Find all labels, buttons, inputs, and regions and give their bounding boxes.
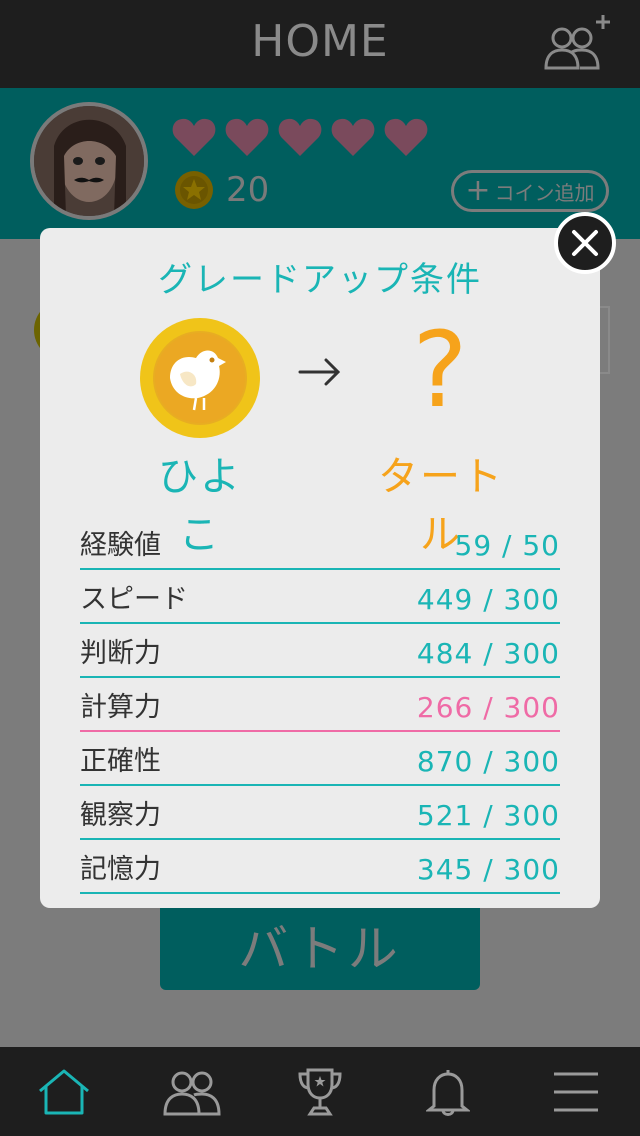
- stat-row: 経験値 59 / 50: [80, 516, 560, 570]
- add-friend-icon[interactable]: [542, 12, 614, 72]
- heart-icon: [331, 118, 375, 156]
- stat-name: 計算力: [80, 692, 161, 723]
- stat-value: 345 / 300: [416, 853, 560, 886]
- nav-home[interactable]: [0, 1047, 128, 1136]
- home-icon: [39, 1069, 89, 1114]
- heart-icon: [384, 118, 428, 156]
- friends-icon: [163, 1071, 221, 1115]
- nav-ranking[interactable]: [256, 1047, 384, 1136]
- stat-row: 記憶力 345 / 300: [80, 840, 560, 894]
- chick-badge-icon: [140, 318, 260, 438]
- stat-value: 870 / 300: [416, 745, 560, 778]
- add-coin-label: コイン追加: [494, 180, 595, 205]
- battle-button-label: バトル: [238, 920, 402, 978]
- heart-icon: [225, 118, 269, 156]
- unknown-grade-symbol: ?: [412, 309, 468, 431]
- bell-icon: [426, 1069, 470, 1116]
- stat-value: 449 / 300: [416, 583, 560, 616]
- avatar[interactable]: [30, 102, 148, 220]
- hearts-row: [170, 116, 430, 158]
- star-coin-icon: [175, 171, 213, 209]
- coin-count: 20: [226, 170, 270, 210]
- stat-name: 正確性: [80, 746, 161, 777]
- add-coin-button[interactable]: + コイン追加: [451, 170, 609, 212]
- battle-button[interactable]: バトル: [160, 900, 480, 990]
- heart-icon: [172, 118, 216, 156]
- stat-value: 521 / 300: [416, 799, 560, 832]
- stat-row: 観察力 521 / 300: [80, 786, 560, 840]
- close-icon: [572, 230, 598, 256]
- stat-name: スピード: [80, 584, 188, 615]
- nav-menu[interactable]: [512, 1047, 640, 1136]
- stat-name: 判断力: [80, 638, 161, 669]
- arrow-right-icon: [298, 350, 342, 394]
- stat-row: スピード 449 / 300: [80, 570, 560, 624]
- stat-name: 記憶力: [80, 854, 161, 885]
- bottom-nav: [0, 1047, 640, 1136]
- plus-icon: +: [465, 173, 491, 208]
- stats-list: 経験値 59 / 50 スピード 449 / 300 判断力 484 / 300…: [80, 516, 560, 894]
- stat-row: 判断力 484 / 300: [80, 624, 560, 678]
- stat-value: 484 / 300: [416, 637, 560, 670]
- stat-value: 266 / 300: [416, 691, 560, 724]
- close-button[interactable]: [554, 212, 616, 274]
- modal-title: グレードアップ条件: [158, 260, 482, 300]
- nav-notifications[interactable]: [384, 1047, 512, 1136]
- menu-icon: [554, 1072, 598, 1111]
- stat-row: 計算力 266 / 300: [80, 678, 560, 732]
- heart-icon: [278, 118, 322, 156]
- stat-name: 観察力: [80, 800, 161, 831]
- top-bar: HOME: [0, 0, 640, 88]
- nav-friends[interactable]: [128, 1047, 256, 1136]
- coin-row: 20: [174, 170, 269, 210]
- trophy-icon: [298, 1068, 342, 1115]
- stat-value: 59 / 50: [454, 529, 560, 562]
- stat-row: 正確性 870 / 300: [80, 732, 560, 786]
- stat-name: 経験値: [80, 530, 161, 561]
